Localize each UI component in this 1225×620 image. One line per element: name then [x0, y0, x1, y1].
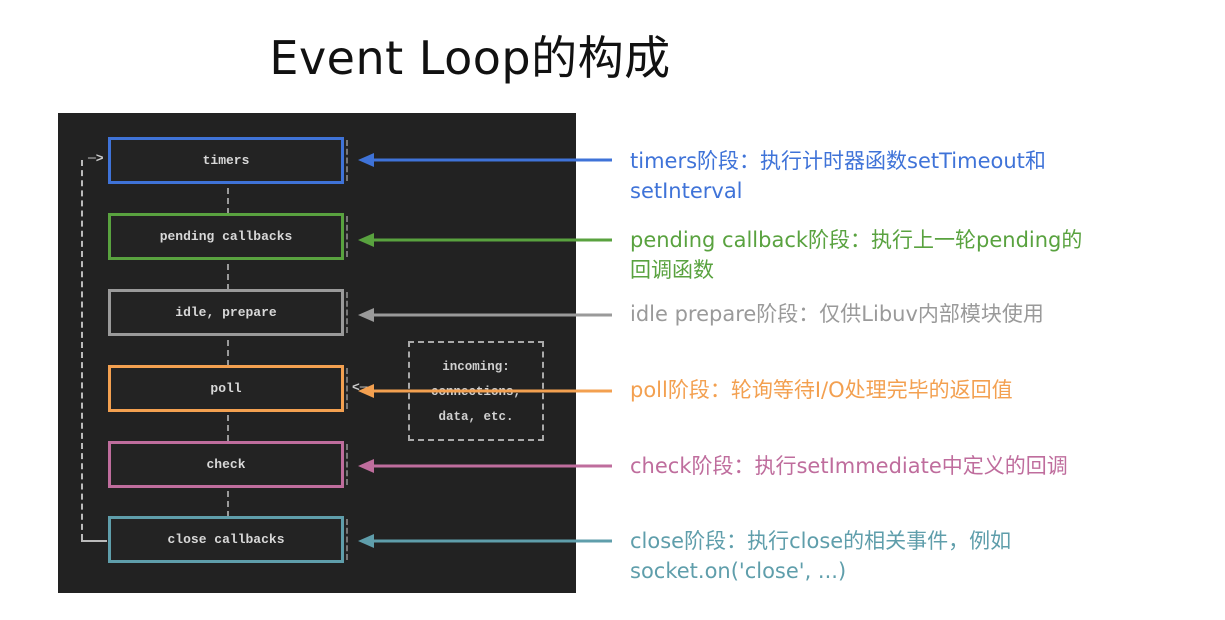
slide-title: Event Loop的构成	[269, 31, 671, 85]
phase-connector	[227, 340, 229, 366]
loop-back-arrow-icon: ─>	[88, 151, 104, 166]
phase-connector	[227, 491, 229, 517]
phase-connector	[227, 415, 229, 441]
description-line: idle prepare阶段：仅供Libuv内部模块使用	[630, 302, 1044, 326]
description-close: close阶段：执行close的相关事件，例如 socket.on('close…	[630, 526, 1011, 586]
incoming-arrow-icon: <─	[352, 380, 368, 395]
description-line: socket.on('close', ...)	[630, 559, 847, 583]
description-line: pending callback阶段：执行上一轮pending的	[630, 228, 1083, 252]
phase-box-pending-callbacks: pending callbacks	[108, 213, 348, 260]
incoming-line-2: connections,	[430, 385, 521, 399]
phase-box-timers: timers	[108, 137, 348, 184]
description-line: setInterval	[630, 179, 743, 203]
description-idle-prepare: idle prepare阶段：仅供Libuv内部模块使用	[630, 299, 1044, 329]
description-line: timers阶段：执行计时器函数setTimeout和	[630, 149, 1046, 173]
description-pending-callback: pending callback阶段：执行上一轮pending的 回调函数	[630, 225, 1082, 285]
description-poll: poll阶段：轮询等待I/O处理完毕的返回值	[630, 375, 1013, 405]
phase-connector	[227, 264, 229, 290]
phase-box-close-callbacks: close callbacks	[108, 516, 348, 563]
phase-box-check: check	[108, 441, 348, 488]
loop-back-bottom-connector	[81, 540, 107, 542]
incoming-line-3: data, etc.	[438, 410, 514, 424]
description-line: 回调函数	[630, 258, 714, 282]
description-line: poll阶段：轮询等待I/O处理完毕的返回值	[630, 378, 1013, 402]
incoming-line-1: incoming:	[442, 360, 510, 374]
phase-connector	[227, 188, 229, 214]
phase-box-idle-prepare: idle, prepare	[108, 289, 348, 336]
description-line: check阶段：执行setImmediate中定义的回调	[630, 454, 1068, 478]
description-check: check阶段：执行setImmediate中定义的回调	[630, 451, 1068, 481]
loop-back-line	[81, 160, 83, 540]
phase-box-poll: poll	[108, 365, 348, 412]
description-timers: timers阶段：执行计时器函数setTimeout和 setInterval	[630, 146, 1046, 206]
incoming-connections-box: incoming: connections, data, etc.	[408, 341, 544, 441]
description-line: close阶段：执行close的相关事件，例如	[630, 529, 1012, 553]
